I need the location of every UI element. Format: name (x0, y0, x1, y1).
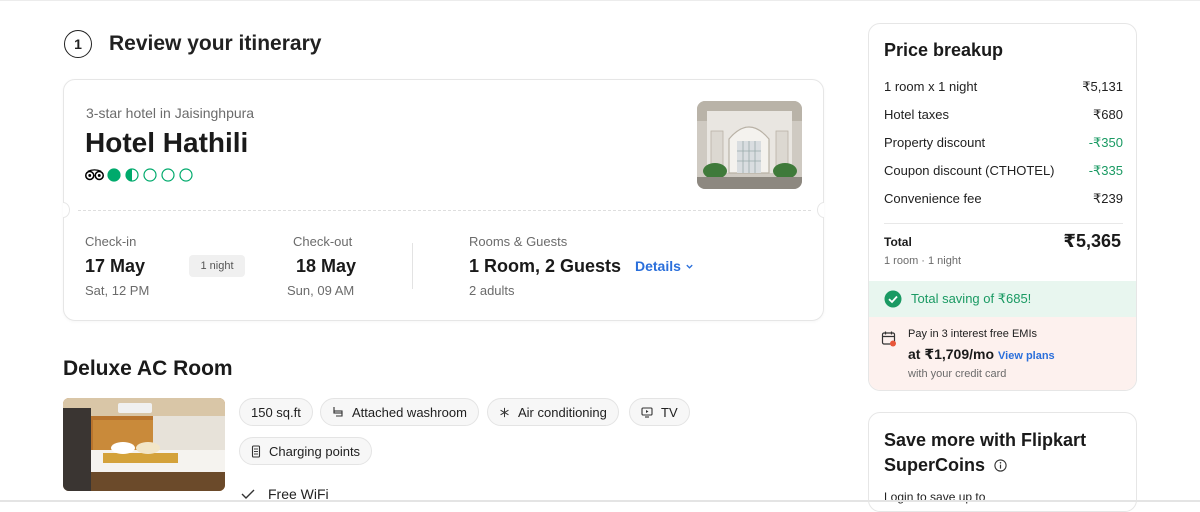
checkout-time: Sun, 09 AM (287, 283, 355, 298)
amenity-label: 150 sq.ft (251, 404, 301, 420)
price-row-label: Convenience fee (884, 191, 982, 206)
step-number: 1 (64, 30, 92, 58)
details-link[interactable]: Details (635, 258, 694, 274)
rating-bubble-empty (143, 168, 157, 182)
supercoins-title-text: Save more with Flipkart SuperCoins (884, 430, 1087, 475)
check-circle-icon (884, 290, 902, 308)
total-value: ₹5,365 (1063, 231, 1121, 251)
step-header: 1 Review your itinerary (64, 30, 321, 58)
price-row-label: Coupon discount (CTHOTEL) (884, 163, 1055, 178)
emi-line-3: with your credit card (908, 368, 1007, 380)
top-divider (0, 0, 1200, 1)
calendar-icon (881, 331, 896, 347)
rating-bubble-full (107, 168, 121, 182)
hotel-photo[interactable] (697, 101, 802, 189)
price-row-label: Hotel taxes (884, 107, 950, 122)
supercoins-card: Save more with Flipkart SuperCoins Login… (868, 412, 1137, 512)
checkin-label: Check-in (85, 234, 137, 249)
card-notch (63, 202, 70, 218)
total-subtext: 1 room · 1 night (884, 255, 962, 267)
room-photo[interactable] (63, 398, 225, 491)
nights-badge: 1 night (189, 255, 245, 277)
amenity-chip: 150 sq.ft (239, 398, 313, 426)
checkin-time: Sat, 12 PM (85, 283, 150, 298)
emi-line-1: Pay in 3 interest free EMIs (908, 328, 1037, 340)
saving-text: Total saving of ₹685! (911, 291, 1032, 306)
check-icon (241, 489, 255, 499)
amenity-chip: Charging points (239, 437, 373, 465)
price-row-value: ₹5,131 (1082, 79, 1123, 94)
amenity-label: Charging points (269, 443, 361, 459)
snowflake-icon (499, 407, 510, 418)
chevron-down-icon (686, 264, 693, 269)
guests-sub: 2 adults (469, 283, 515, 298)
tv-icon (641, 406, 653, 418)
emi-line-2: at ₹1,709/mo View plans (908, 346, 1055, 363)
info-icon[interactable] (994, 459, 1007, 472)
rating-bubble-empty (161, 168, 175, 182)
tripadvisor-rating (85, 168, 197, 182)
amenity-label: TV (661, 404, 678, 420)
price-row: Hotel taxes ₹680 (884, 107, 1123, 123)
hotel-card: 3-star hotel in Jaisinghpura Hotel Hathi… (63, 79, 824, 321)
tripadvisor-icon (85, 169, 104, 181)
rating-bubble-half (125, 168, 139, 182)
dashed-divider (78, 210, 811, 211)
checkin-date: 17 May (85, 256, 146, 276)
price-row-value: ₹680 (1093, 107, 1123, 122)
hotel-subtitle: 3-star hotel in Jaisinghpura (86, 105, 255, 121)
rating-bubble-empty (179, 168, 193, 182)
rooms-guests-value: 1 Room, 2 Guests (469, 256, 622, 276)
rooms-guests-label: Rooms & Guests (469, 234, 568, 249)
checkout-label: Check-out (293, 234, 353, 249)
total-saving-banner: Total saving of ₹685! (869, 281, 1136, 317)
price-row: Property discount -₹350 (884, 135, 1123, 151)
price-row: Coupon discount (CTHOTEL) -₹335 (884, 163, 1123, 179)
details-label: Details (635, 258, 681, 274)
price-breakup-card: Price breakup 1 room x 1 night ₹5,131 Ho… (868, 23, 1137, 391)
emi-amount: at ₹1,709/mo (908, 346, 995, 362)
page-title: Review your itinerary (109, 32, 322, 55)
price-row: 1 room x 1 night ₹5,131 (884, 79, 1123, 95)
price-divider (884, 223, 1123, 224)
price-row-value: -₹335 (1088, 163, 1123, 178)
charging-icon (251, 444, 261, 458)
price-row: Convenience fee ₹239 (884, 191, 1123, 207)
card-notch (817, 202, 824, 218)
amenity-label: Air conditioning (518, 404, 607, 420)
vertical-divider (412, 243, 413, 289)
amenity-chip: Attached washroom (320, 398, 479, 426)
amenity-label: Attached washroom (352, 404, 467, 420)
view-plans-link[interactable]: View plans (998, 350, 1055, 362)
emi-banner: Pay in 3 interest free EMIs at ₹1,709/mo… (869, 317, 1136, 390)
amenity-chip: TV (629, 398, 690, 426)
price-row-label: Property discount (884, 135, 986, 150)
price-title: Price breakup (884, 40, 1004, 60)
price-row-value: -₹350 (1088, 135, 1123, 150)
supercoins-title: Save more with Flipkart SuperCoins (884, 428, 1124, 478)
checkout-date: 18 May (296, 256, 357, 276)
amenity-chip: Air conditioning (487, 398, 619, 426)
price-row-label: 1 room x 1 night (884, 79, 978, 94)
hotel-name[interactable]: Hotel Hathili (85, 127, 248, 159)
room-title: Deluxe AC Room (63, 357, 233, 380)
price-row-value: ₹239 (1093, 191, 1123, 206)
total-label: Total (884, 235, 912, 249)
washroom-icon (332, 406, 344, 418)
